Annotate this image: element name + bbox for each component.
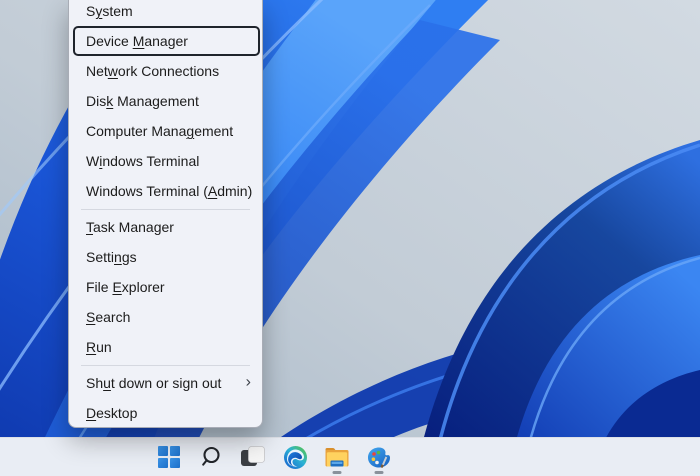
menu-item-settings[interactable]: Settings bbox=[69, 242, 262, 272]
task-view-button[interactable] bbox=[232, 438, 274, 476]
menu-separator bbox=[81, 208, 250, 210]
menu-item-label: Desktop bbox=[86, 405, 138, 421]
submenu-chevron-icon: › bbox=[245, 373, 251, 391]
menu-item-desktop[interactable]: Desktop bbox=[69, 398, 262, 427]
menu-item-disk-management[interactable]: Disk Management bbox=[69, 86, 262, 116]
menu-item-shut-down-or-sign-out[interactable]: Shut down or sign out › bbox=[69, 368, 262, 398]
winx-context-menu: System Device Manager Network Connection… bbox=[68, 0, 263, 428]
menu-item-label: Device Manager bbox=[86, 33, 188, 49]
menu-item-windows-terminal-admin[interactable]: Windows Terminal (Admin) bbox=[69, 176, 262, 206]
menu-item-search[interactable]: Search bbox=[69, 302, 262, 332]
paint-icon bbox=[368, 447, 390, 468]
menu-item-label: System bbox=[86, 3, 133, 19]
menu-item-label: Settings bbox=[86, 249, 137, 265]
menu-separator bbox=[81, 364, 250, 366]
menu-item-network-connections[interactable]: Network Connections bbox=[69, 56, 262, 86]
menu-item-windows-terminal[interactable]: Windows Terminal bbox=[69, 146, 262, 176]
menu-item-label: Computer Management bbox=[86, 123, 234, 139]
menu-item-device-manager[interactable]: Device Manager bbox=[73, 26, 260, 56]
menu-item-label: Disk Management bbox=[86, 93, 199, 109]
running-indicator bbox=[332, 471, 342, 474]
menu-item-label: Run bbox=[86, 339, 112, 355]
menu-item-system[interactable]: System bbox=[69, 0, 262, 26]
paint-button[interactable] bbox=[358, 438, 400, 476]
taskbar-icon-group bbox=[148, 438, 400, 476]
menu-item-label: Windows Terminal (Admin) bbox=[86, 183, 253, 199]
menu-item-computer-management[interactable]: Computer Management bbox=[69, 116, 262, 146]
menu-item-label: Shut down or sign out bbox=[86, 375, 222, 391]
menu-item-file-explorer[interactable]: File Explorer bbox=[69, 272, 262, 302]
menu-item-label: Search bbox=[86, 309, 131, 325]
start-button[interactable] bbox=[148, 438, 190, 476]
taskbar bbox=[0, 437, 700, 476]
menu-item-label: Network Connections bbox=[86, 63, 220, 79]
menu-item-label: Windows Terminal bbox=[86, 153, 200, 169]
windows-logo-icon bbox=[158, 446, 180, 468]
edge-icon bbox=[283, 445, 307, 469]
task-view-icon bbox=[241, 446, 265, 466]
menu-item-run[interactable]: Run bbox=[69, 332, 262, 362]
menu-item-task-manager[interactable]: Task Manager bbox=[69, 212, 262, 242]
file-explorer-icon bbox=[325, 448, 349, 467]
file-explorer-button[interactable] bbox=[316, 438, 358, 476]
search-button[interactable] bbox=[190, 438, 232, 476]
edge-button[interactable] bbox=[274, 438, 316, 476]
running-indicator bbox=[374, 471, 384, 474]
menu-item-label: File Explorer bbox=[86, 279, 165, 295]
menu-item-label: Task Manager bbox=[86, 219, 174, 235]
search-icon bbox=[202, 446, 220, 466]
